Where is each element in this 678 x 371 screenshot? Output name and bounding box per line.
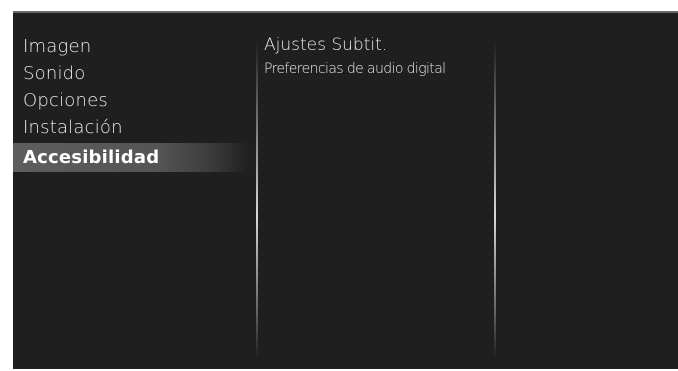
submenu: Ajustes Subtit. Preferencias de audio di… bbox=[262, 33, 492, 81]
column-divider-right bbox=[494, 41, 496, 359]
menu-item-instalacion[interactable]: Instalación bbox=[13, 114, 249, 141]
screen-top-edge bbox=[13, 11, 678, 13]
menu-item-opciones[interactable]: Opciones bbox=[13, 87, 249, 114]
column-divider-left bbox=[256, 41, 258, 359]
submenu-item-preferencias-audio-digital[interactable]: Preferencias de audio digital bbox=[262, 58, 492, 81]
submenu-item-ajustes-subtit[interactable]: Ajustes Subtit. bbox=[262, 33, 492, 58]
menu-item-sonido[interactable]: Sonido bbox=[13, 60, 249, 87]
tv-menu-screen: Imagen Sonido Opciones Instalación Acces… bbox=[13, 11, 678, 369]
menu-item-accesibilidad[interactable]: Accesibilidad bbox=[13, 143, 249, 172]
menu-item-imagen[interactable]: Imagen bbox=[13, 33, 249, 60]
main-menu: Imagen Sonido Opciones Instalación Acces… bbox=[13, 33, 249, 172]
